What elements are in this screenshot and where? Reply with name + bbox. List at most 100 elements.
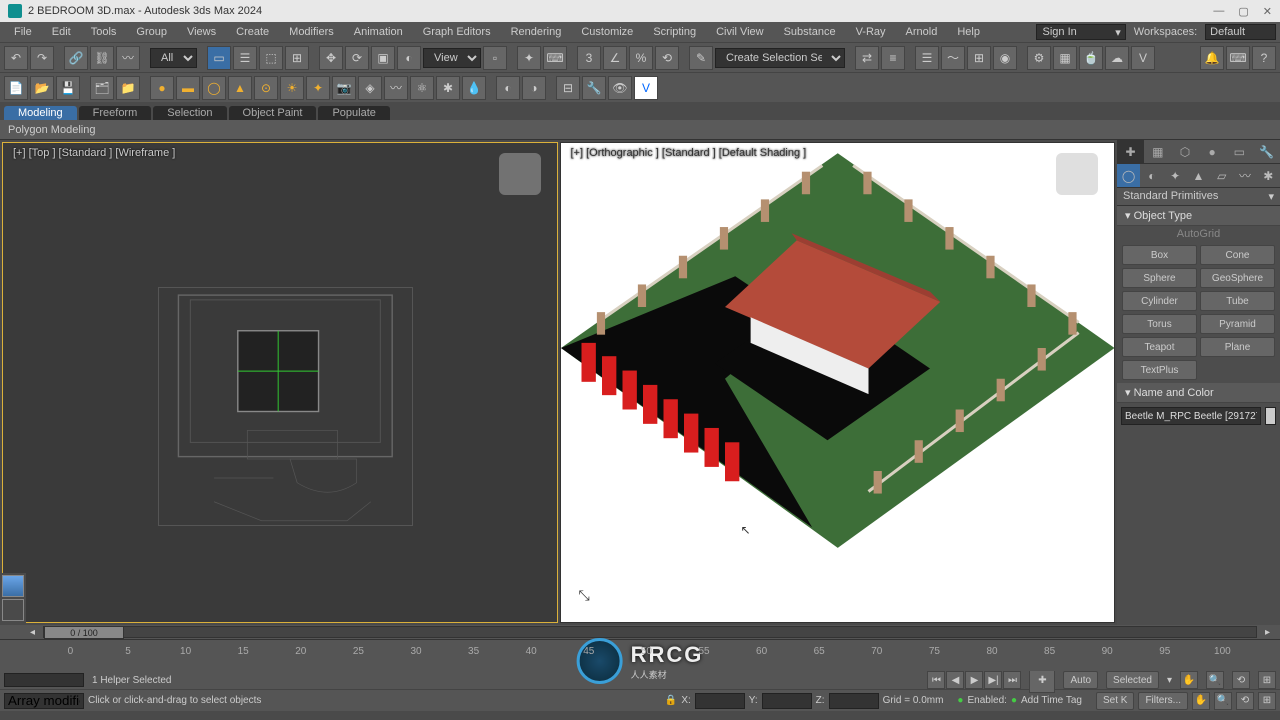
viewcube-ortho[interactable]	[1056, 153, 1098, 195]
selection-filter[interactable]: All	[150, 48, 197, 68]
autogrid-checkbox[interactable]: AutoGrid	[1117, 226, 1280, 242]
z-coord-field[interactable]	[829, 693, 879, 709]
help-icon[interactable]: ?	[1252, 46, 1276, 70]
add-time-tag[interactable]: Add Time Tag	[1021, 695, 1082, 706]
scale-button[interactable]: ▣	[371, 46, 395, 70]
utilities-tab[interactable]: 🔧	[1253, 140, 1280, 163]
unlink-button[interactable]: ⛓	[90, 46, 114, 70]
viewport-orthographic[interactable]: [+] [Orthographic ] [Standard ] [Default…	[560, 142, 1116, 623]
time-slider-thumb[interactable]: 0 / 100	[44, 626, 124, 639]
rotate-button[interactable]: ⟳	[345, 46, 369, 70]
modifier-icon[interactable]: ◐	[496, 76, 520, 100]
nav-pan-icon[interactable]: ✋	[1180, 671, 1198, 689]
rect-region-button[interactable]: ⬚	[259, 46, 283, 70]
render-frame-button[interactable]: ▦	[1053, 46, 1077, 70]
hierarchy-icon[interactable]: ⊟	[556, 76, 580, 100]
pyramid-button[interactable]: Pyramid	[1200, 314, 1275, 334]
menu-scripting[interactable]: Scripting	[643, 24, 706, 40]
notification-icon[interactable]: 🔔	[1200, 46, 1224, 70]
light2-icon[interactable]: ✦	[306, 76, 330, 100]
goto-start-button[interactable]: ⏮	[927, 671, 945, 689]
cylinder-primitive-icon[interactable]: ▬	[176, 76, 200, 100]
set-key-button[interactable]: Set K	[1096, 692, 1134, 710]
close-icon[interactable]: ✕	[1263, 5, 1272, 18]
systems-icon[interactable]: ⚛	[410, 76, 434, 100]
camera-icon[interactable]: 📷	[332, 76, 356, 100]
percent-snap-button[interactable]: %	[629, 46, 653, 70]
shapes-subtab[interactable]: ◐	[1140, 164, 1163, 187]
vray-icon[interactable]: V	[634, 76, 658, 100]
new-scene-button[interactable]: 📄	[4, 76, 28, 100]
modify-tab[interactable]: ▦	[1144, 140, 1171, 163]
nav2-pan-icon[interactable]: ✋	[1192, 692, 1210, 710]
ref-coord-dropdown[interactable]: View	[423, 48, 481, 68]
select-by-name-button[interactable]: ☰	[233, 46, 257, 70]
auto-key-button[interactable]: Auto	[1063, 671, 1098, 689]
category-dropdown[interactable]: Standard Primitives▾	[1117, 188, 1280, 206]
keyboard-shortcut-button[interactable]: ⌨	[543, 46, 567, 70]
minimize-icon[interactable]: —	[1213, 5, 1224, 18]
asset-button[interactable]: 📁	[116, 76, 140, 100]
nav-orbit-icon[interactable]: ⟲	[1232, 671, 1250, 689]
selected-button[interactable]: Selected	[1106, 671, 1159, 689]
tube-primitive-icon[interactable]: ⊙	[254, 76, 278, 100]
systems-subtab[interactable]: ✱	[1257, 164, 1280, 187]
script-listener-button[interactable]: ⌨	[1226, 46, 1250, 70]
nav-zoom-icon[interactable]: 🔍	[1206, 671, 1224, 689]
tube-button[interactable]: Tube	[1200, 291, 1275, 311]
torus-primitive-icon[interactable]: ◯	[202, 76, 226, 100]
menu-graph-editors[interactable]: Graph Editors	[413, 24, 501, 40]
link-button[interactable]: 🔗	[64, 46, 88, 70]
object-type-rollout[interactable]: Object Type	[1117, 206, 1280, 226]
menu-group[interactable]: Group	[126, 24, 177, 40]
menu-arnold[interactable]: Arnold	[896, 24, 948, 40]
cylinder-button[interactable]: Cylinder	[1122, 291, 1197, 311]
maximize-icon[interactable]: ▢	[1238, 5, 1248, 18]
nav2-max-icon[interactable]: ⊞	[1258, 692, 1276, 710]
name-color-rollout[interactable]: Name and Color	[1117, 383, 1280, 403]
teapot-button[interactable]: Teapot	[1122, 337, 1197, 357]
mini-listener-output[interactable]	[4, 673, 84, 687]
sign-in-dropdown[interactable]: Sign In	[1036, 24, 1126, 40]
snap-toggle-button[interactable]: 3	[577, 46, 601, 70]
y-coord-field[interactable]	[762, 693, 812, 709]
cone-button[interactable]: Cone	[1200, 245, 1275, 265]
angle-snap-button[interactable]: ∠	[603, 46, 627, 70]
menu-views[interactable]: Views	[177, 24, 226, 40]
spacewarps-icon[interactable]: 〰	[384, 76, 408, 100]
hierarchy-tab[interactable]: ⬡	[1171, 140, 1198, 163]
spacewarps-subtab[interactable]: 〰	[1233, 164, 1256, 187]
cameras-subtab[interactable]: ▲	[1187, 164, 1210, 187]
nav2-orbit-icon[interactable]: ⟲	[1236, 692, 1254, 710]
menu-civil-view[interactable]: Civil View	[706, 24, 773, 40]
undo-button[interactable]: ↶	[4, 46, 28, 70]
prev-frame-button[interactable]: ◀	[946, 671, 964, 689]
tab-object-paint[interactable]: Object Paint	[229, 106, 317, 120]
menu-tools[interactable]: Tools	[81, 24, 127, 40]
torus-button[interactable]: Torus	[1122, 314, 1197, 334]
align-button[interactable]: ≡	[881, 46, 905, 70]
move-button[interactable]: ✥	[319, 46, 343, 70]
cone-primitive-icon[interactable]: ▲	[228, 76, 252, 100]
geometry-subtab[interactable]: ◯	[1117, 164, 1140, 187]
key-filters-button[interactable]: Filters...	[1138, 692, 1188, 710]
viewport-layout-toggle[interactable]	[0, 573, 26, 625]
viewport-top[interactable]: [+] [Top ] [Standard ] [Wireframe ]	[2, 142, 558, 623]
geosphere-button[interactable]: GeoSphere	[1200, 268, 1275, 288]
bind-button[interactable]: 〰	[116, 46, 140, 70]
light-icon[interactable]: ☀	[280, 76, 304, 100]
vray-button[interactable]: V	[1131, 46, 1155, 70]
box-button[interactable]: Box	[1122, 245, 1197, 265]
utilities-icon[interactable]: 🔧	[582, 76, 606, 100]
selection-set-dropdown[interactable]: Create Selection Set	[715, 48, 845, 68]
project-button[interactable]: 🗂	[90, 76, 114, 100]
menu-help[interactable]: Help	[947, 24, 990, 40]
tab-modeling[interactable]: Modeling	[4, 106, 77, 120]
mirror-button[interactable]: ⇄	[855, 46, 879, 70]
select-manipulate-button[interactable]: ✦	[517, 46, 541, 70]
open-button[interactable]: 📂	[30, 76, 54, 100]
menu-customize[interactable]: Customize	[571, 24, 643, 40]
substance-button[interactable]: ☁	[1105, 46, 1129, 70]
sphere-button[interactable]: Sphere	[1122, 268, 1197, 288]
lock-icon[interactable]: 🔒	[665, 695, 677, 706]
